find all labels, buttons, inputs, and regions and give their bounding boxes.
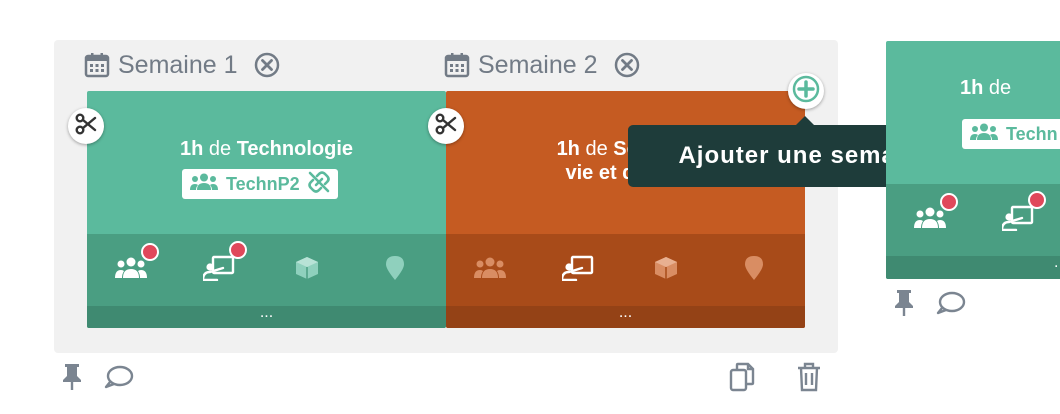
students-resource[interactable] [446, 234, 534, 306]
comment-button[interactable] [936, 291, 966, 320]
class-tag-label: TechnP2 [226, 173, 300, 194]
duplicate-button[interactable] [728, 362, 756, 397]
group-icon [914, 192, 958, 234]
card-1-more[interactable]: ... [87, 305, 446, 328]
partial-card-more[interactable]: . [886, 255, 1060, 279]
calendar-icon [84, 52, 110, 78]
delete-button[interactable] [796, 362, 822, 397]
comment-button[interactable] [104, 365, 134, 394]
location-icon [744, 255, 764, 286]
scissors-icon [435, 113, 457, 140]
week-1-header: Semaine 1 [84, 50, 280, 79]
comment-icon [936, 291, 966, 320]
group-icon [190, 173, 218, 196]
trash-icon [797, 362, 821, 397]
teacher-resource[interactable] [534, 234, 622, 306]
alert-badge [940, 192, 958, 211]
students-resource[interactable] [87, 234, 175, 306]
pin-icon [61, 363, 83, 396]
comment-icon [104, 365, 134, 394]
remove-week-2-icon[interactable] [614, 52, 640, 78]
teacher-board-icon [560, 255, 594, 286]
week-1-label: Semaine 1 [118, 50, 238, 79]
partial-card-title: 1h de [960, 77, 1012, 99]
pin-button[interactable] [60, 363, 84, 396]
pin-icon [893, 289, 915, 322]
class-tag-label: Techn [1006, 123, 1058, 144]
group-icon [115, 242, 159, 284]
teacher-resource[interactable] [974, 184, 1060, 256]
box-icon [294, 255, 320, 286]
teacher-board-icon [1000, 190, 1046, 236]
group-icon [970, 123, 998, 146]
calendar-icon [444, 52, 470, 78]
add-week-button[interactable] [788, 73, 824, 109]
card-1-resources [87, 234, 446, 306]
alert-badge [141, 242, 159, 261]
room-resource[interactable] [710, 234, 798, 306]
teacher-resource[interactable] [175, 234, 263, 306]
equipment-resource[interactable] [263, 234, 351, 306]
unlink-icon[interactable] [307, 170, 330, 198]
copy-icon [729, 362, 755, 397]
equipment-resource[interactable] [622, 234, 710, 306]
class-tag[interactable]: TechnP2 [182, 169, 338, 199]
week-2-label: Semaine 2 [478, 50, 598, 79]
plus-circle-icon [792, 75, 820, 108]
card-2-more[interactable]: ... [446, 305, 805, 328]
location-icon [385, 255, 405, 286]
alert-badge [229, 240, 247, 259]
card-1-title: 1h de Technologie [179, 138, 354, 160]
students-resource[interactable] [886, 184, 974, 256]
split-course-button[interactable] [68, 108, 104, 144]
group-icon [474, 257, 506, 284]
teacher-board-icon [201, 240, 247, 286]
scissors-icon [75, 113, 97, 140]
course-card-partial[interactable]: 1h de Techn . [886, 41, 1060, 279]
alert-badge [1028, 190, 1046, 209]
partial-card-resources [886, 184, 1060, 256]
remove-week-1-icon[interactable] [254, 52, 280, 78]
box-icon [653, 255, 679, 286]
course-card-week-1[interactable]: 1h de Technologie TechnP2 ... [87, 91, 446, 328]
pin-button[interactable] [892, 289, 916, 322]
room-resource[interactable] [351, 234, 439, 306]
week-2-header: Semaine 2 [444, 50, 640, 79]
split-course-button[interactable] [428, 108, 464, 144]
card-2-resources [446, 234, 805, 306]
class-tag-partial[interactable]: Techn [962, 119, 1060, 149]
